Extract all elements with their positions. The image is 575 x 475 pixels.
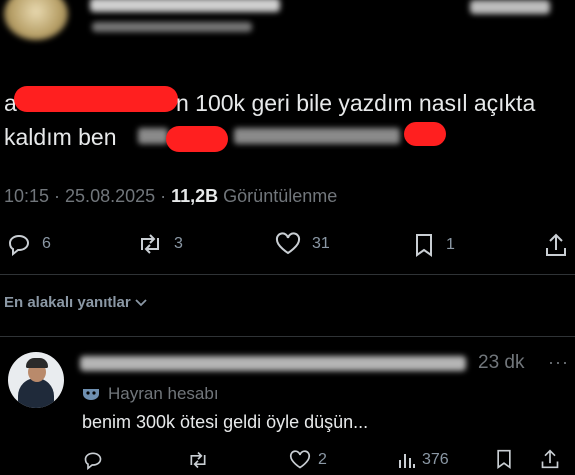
share-icon [546,233,566,256]
author-handle [92,22,252,32]
reply-icon [84,452,102,470]
heart-icon [275,232,301,255]
repost-icon [190,451,206,469]
share-button[interactable] [544,232,568,258]
repost-icon [141,234,159,254]
reply-avatar[interactable] [8,352,64,408]
reply-time: 23 dk [478,352,525,373]
post-text-line-2: kaldım ben [4,124,117,150]
bookmark-icon [416,234,432,257]
views-label: Görüntülenme [218,186,338,206]
like-count: 31 [312,235,330,252]
reply-views-count: 376 [422,451,449,468]
bookmark-button[interactable]: 1 [412,232,455,258]
redaction-mark [166,126,228,152]
share-icon [541,449,559,469]
blurred-link[interactable] [234,128,400,144]
reply-more-icon[interactable]: ··· [548,352,569,373]
author-name[interactable] [90,0,280,12]
reply-reply-button[interactable] [82,450,104,470]
like-button[interactable]: 31 [274,232,330,256]
reply-icon [8,234,30,256]
author-avatar[interactable] [4,0,68,40]
reply-share-button[interactable] [540,448,560,470]
replies-filter-label: En alakalı yanıtlar [4,294,131,311]
redaction-mark [404,122,446,146]
post-text-line-1-suffix: n 100k geri bile yazdım nasıl açıkta [176,90,536,116]
reply-like-count: 2 [318,451,327,468]
chevron-down-icon [135,298,147,306]
more-options-icon[interactable] [470,0,550,14]
repost-count: 3 [174,235,183,252]
reply-author-name[interactable] [80,356,466,371]
redaction-mark [14,86,178,112]
bookmark-count: 1 [446,236,455,253]
blurred-mention[interactable] [138,128,168,144]
fan-account-label: Hayran hesabı [108,384,219,403]
reply-button[interactable]: 6 [6,232,51,256]
divider [0,274,575,275]
bookmark-icon [497,449,511,469]
replies-filter-dropdown[interactable]: En alakalı yanıtlar [4,294,148,311]
reply-views-button[interactable]: 376 [396,450,449,470]
post-meta: 10:15 · 25.08.2025 · 11,2B Görüntülenme [4,186,337,207]
reply-like-button[interactable]: 2 [288,450,327,470]
fan-account-badge: Hayran hesabı [82,384,219,404]
reply-count: 6 [42,235,51,252]
repost-button[interactable]: 3 [136,232,183,256]
mask-icon [83,389,99,400]
heart-icon [289,450,311,469]
reply-repost-button[interactable] [186,450,210,470]
divider [0,336,575,337]
timestamp: 10:15 · 25.08.2025 · [4,186,172,206]
reply-text: benim 300k ötesi geldi öyle düşün... [82,412,369,432]
views-count: 11,2B [171,186,219,206]
bar-chart-icon [399,454,415,468]
reply-bookmark-button[interactable] [494,448,514,470]
